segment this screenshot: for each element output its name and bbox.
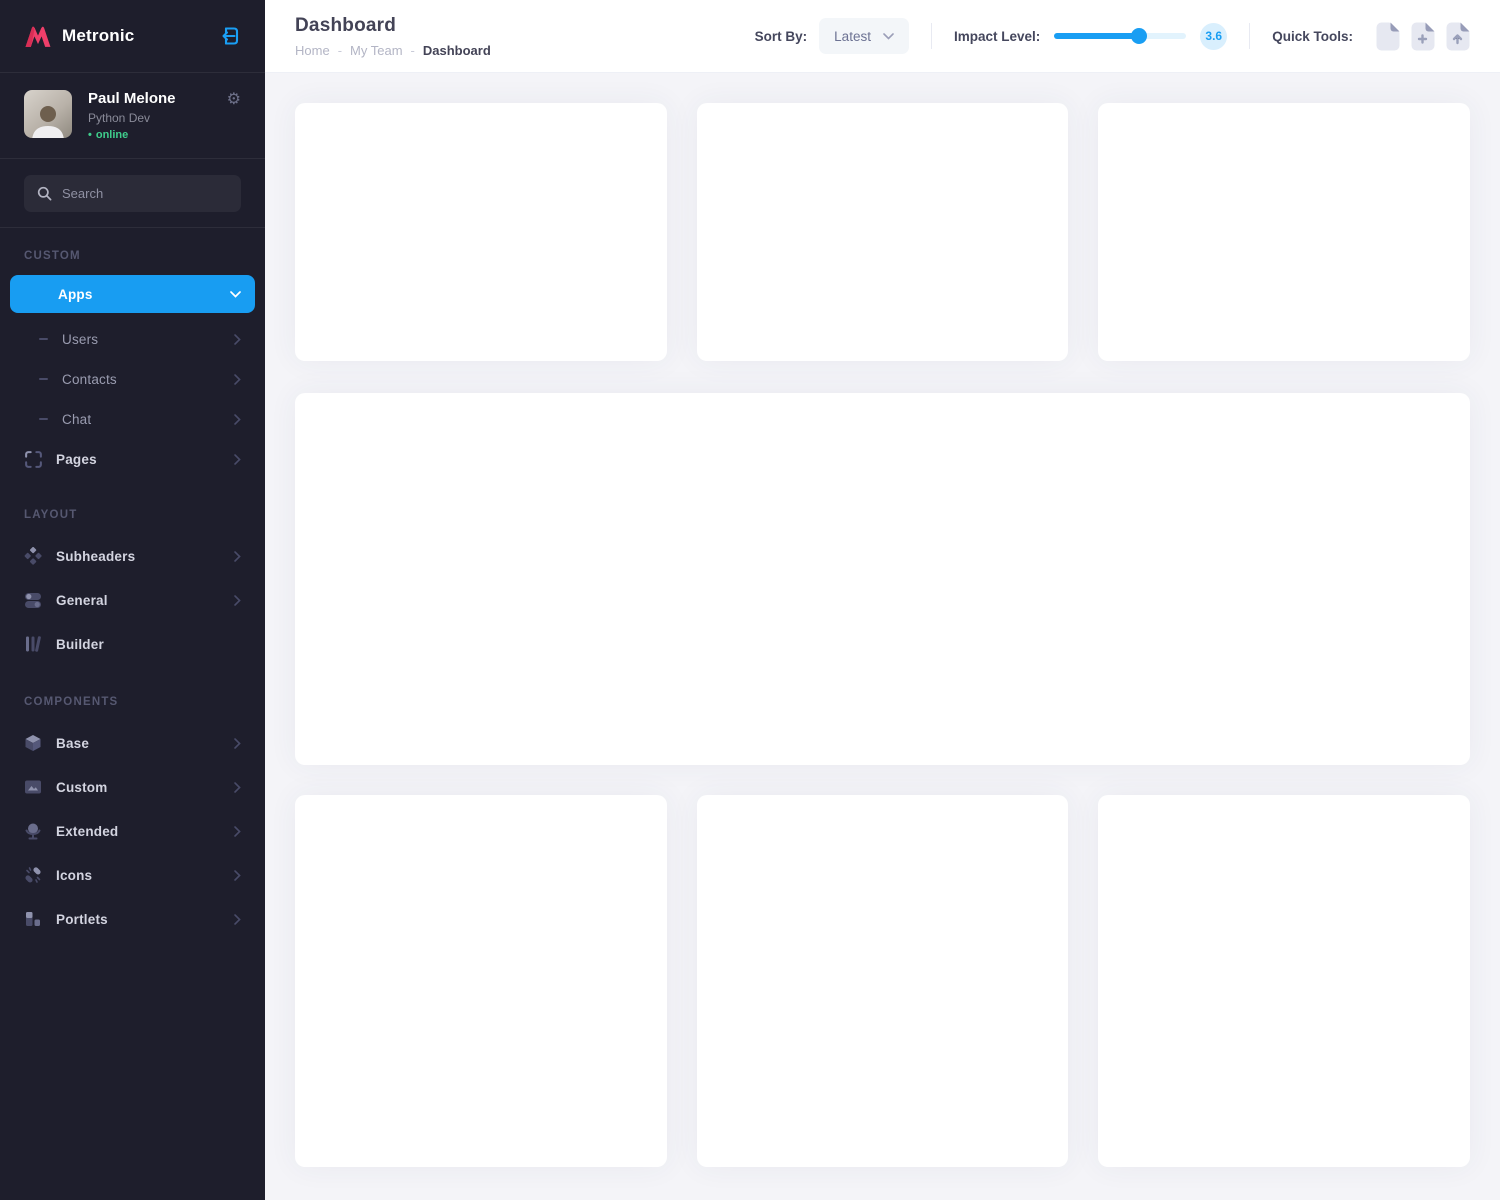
general-toggles-icon [24, 591, 42, 609]
brand-name: Metronic [62, 26, 134, 46]
sort-by-label: Sort By: [755, 29, 808, 44]
section-title-layout: LAYOUT [0, 509, 265, 521]
chevron-right-icon [234, 595, 241, 606]
section-title-components: COMPONENTS [0, 696, 265, 708]
topbar: Dashboard Home - My Team - Dashboard Sor… [265, 0, 1500, 73]
toolbar-divider [931, 23, 932, 49]
builder-icon [24, 635, 42, 653]
pages-icon [24, 450, 42, 468]
avatar [24, 90, 72, 138]
globe-stand-icon [24, 822, 42, 840]
sort-dropdown[interactable]: Latest [819, 18, 909, 54]
quick-tools-group: Quick Tools: [1272, 22, 1470, 51]
breadcrumb-my-team[interactable]: My Team [350, 43, 403, 58]
dash-bullet [39, 338, 48, 340]
search-icon [37, 186, 52, 201]
slider-fill [1054, 33, 1138, 39]
card [295, 103, 667, 361]
chevron-right-icon [234, 914, 241, 925]
dash-bullet [39, 378, 48, 380]
breadcrumb-separator: - [338, 43, 342, 58]
sidebar: Metronic Paul Melone Python Dev online ⚙ [0, 0, 265, 1200]
sidebar-collapse-button[interactable] [219, 24, 241, 48]
chevron-right-icon [234, 870, 241, 881]
sidebar-item-general[interactable]: General [0, 578, 265, 622]
card [697, 103, 1069, 361]
chevron-down-icon [883, 33, 894, 40]
image-icon [24, 778, 42, 796]
sidebar-item-builder[interactable]: Builder [0, 622, 265, 666]
portlets-icon [24, 910, 42, 928]
toolbar-divider [1249, 23, 1250, 49]
topbar-toolbar: Sort By: Latest Impact Level: 3.6 [755, 18, 1470, 54]
broken-link-icon [24, 866, 42, 884]
cube-icon [24, 734, 42, 752]
quick-tools-label: Quick Tools: [1272, 29, 1353, 44]
sidebar-item-extended[interactable]: Extended [0, 809, 265, 853]
quick-tools-icons [1365, 22, 1470, 51]
card-wide [295, 393, 1470, 765]
file-icon[interactable] [1376, 22, 1400, 51]
card [697, 795, 1069, 1167]
search-row [0, 159, 265, 228]
sidebar-item-pages[interactable]: Pages [0, 439, 265, 479]
search-box [24, 175, 241, 212]
user-name: Paul Melone [88, 90, 176, 108]
sidebar-item-contacts[interactable]: Contacts [0, 359, 265, 399]
breadcrumb: Home - My Team - Dashboard [295, 43, 491, 58]
card [295, 795, 667, 1167]
sort-group: Sort By: Latest [755, 18, 909, 54]
user-status: online [88, 129, 176, 141]
dash-bullet [39, 418, 48, 420]
sidebar-item-custom[interactable]: Custom [0, 765, 265, 809]
metronic-logo-icon [24, 23, 52, 49]
breadcrumb-current: Dashboard [423, 43, 491, 58]
user-panel: Paul Melone Python Dev online ⚙ [0, 73, 265, 159]
impact-level-label: Impact Level: [954, 29, 1040, 44]
sidebar-nav: CUSTOM Apps Users Contacts Chat [0, 228, 265, 941]
breadcrumb-home[interactable]: Home [295, 43, 330, 58]
sort-dropdown-value: Latest [834, 29, 871, 44]
content [265, 73, 1500, 1197]
card [1098, 103, 1470, 361]
impact-level-group: Impact Level: 3.6 [954, 23, 1227, 50]
chevron-right-icon [234, 334, 241, 345]
sidebar-item-apps[interactable]: Apps [10, 275, 255, 313]
card-row-top [295, 103, 1470, 361]
sidebar-item-icons[interactable]: Icons [0, 853, 265, 897]
brand-row: Metronic [0, 0, 265, 73]
chevron-right-icon [234, 738, 241, 749]
file-plus-icon[interactable] [1411, 22, 1435, 51]
card [1098, 795, 1470, 1167]
main-area: Dashboard Home - My Team - Dashboard Sor… [265, 0, 1500, 1200]
chevron-right-icon [234, 826, 241, 837]
section-title-custom: CUSTOM [0, 250, 265, 262]
sidebar-item-portlets[interactable]: Portlets [0, 897, 265, 941]
card-row-bottom [295, 795, 1470, 1167]
gear-icon[interactable]: ⚙ [227, 92, 241, 108]
chevron-right-icon [234, 551, 241, 562]
sidebar-item-subheaders[interactable]: Subheaders [0, 534, 265, 578]
page-title: Dashboard [295, 15, 491, 37]
chevron-right-icon [234, 414, 241, 425]
chevron-right-icon [234, 374, 241, 385]
search-input[interactable] [62, 186, 228, 201]
slider-thumb[interactable] [1131, 28, 1147, 44]
apps-grid-icon [26, 285, 44, 303]
chevron-down-icon [230, 291, 241, 298]
subheaders-icon [24, 547, 42, 565]
impact-level-value-badge: 3.6 [1200, 23, 1227, 50]
chevron-right-icon [234, 782, 241, 793]
chevron-right-icon [234, 454, 241, 465]
sidebar-item-base[interactable]: Base [0, 721, 265, 765]
user-role: Python Dev [88, 111, 176, 125]
impact-level-slider[interactable] [1054, 33, 1186, 39]
sidebar-item-users[interactable]: Users [0, 319, 265, 359]
file-upload-icon[interactable] [1446, 22, 1470, 51]
sidebar-item-chat[interactable]: Chat [0, 399, 265, 439]
breadcrumb-separator: - [411, 43, 415, 58]
page-head: Dashboard Home - My Team - Dashboard [295, 15, 491, 58]
